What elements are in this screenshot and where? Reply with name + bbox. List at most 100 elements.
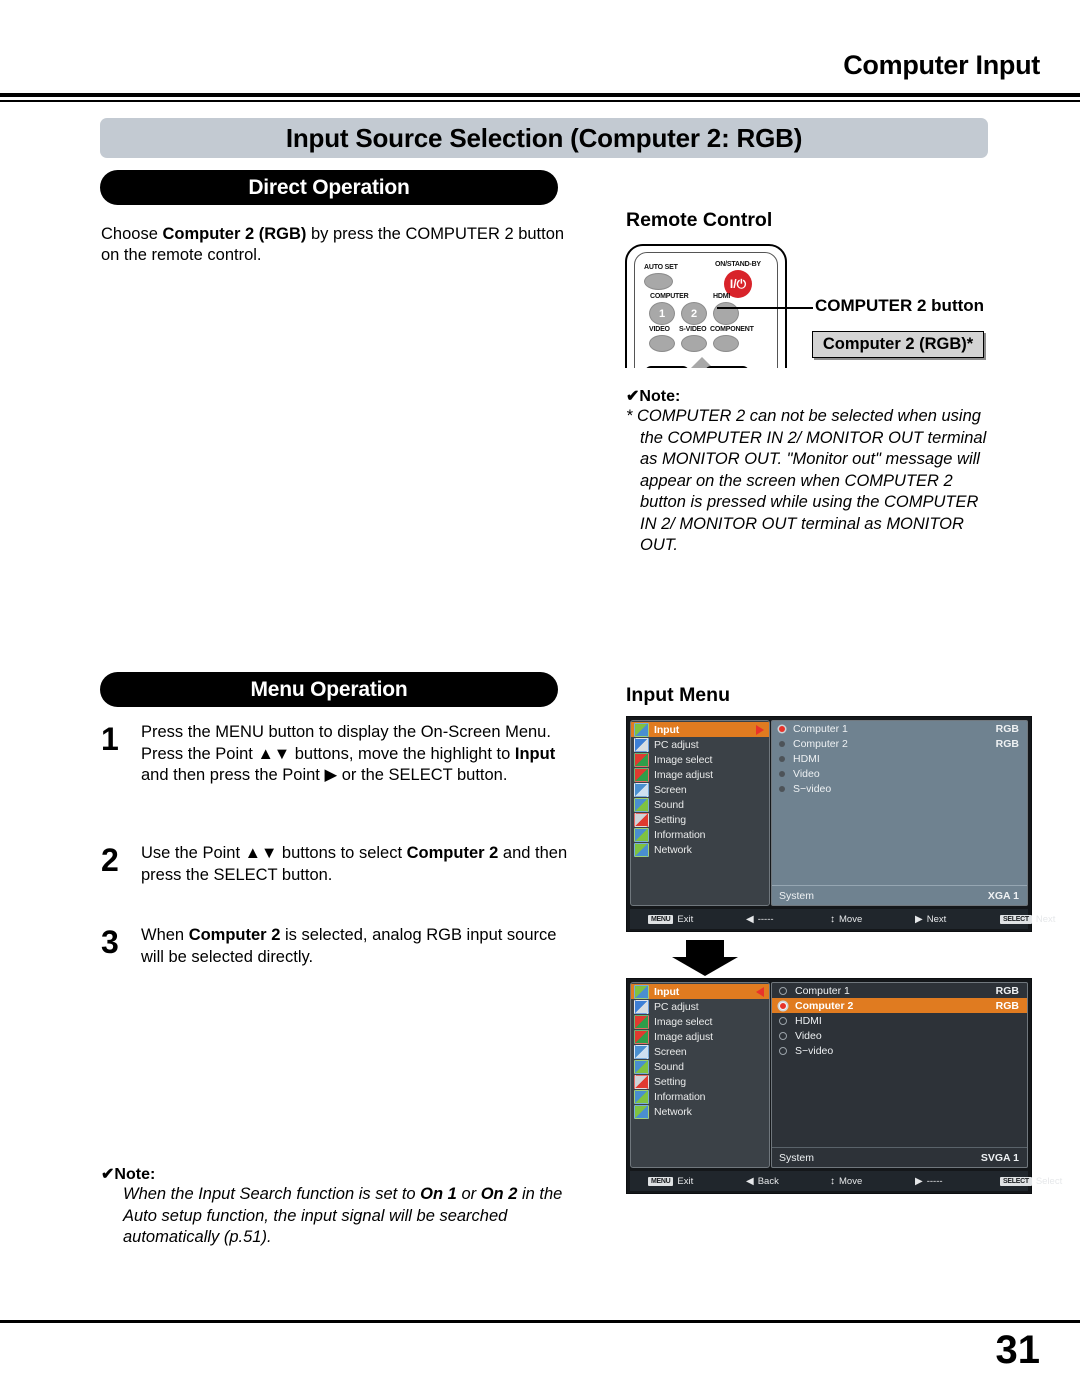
osd-sidebar-item-image-select[interactable]: Image select: [631, 752, 769, 767]
osd-source-row[interactable]: Computer 2 RGB: [772, 736, 1027, 751]
emphasis-text: On 2: [480, 1185, 518, 1203]
osd-bottom-bar-label: Next: [1035, 913, 1056, 925]
remote-label-s-video: S-VIDEO: [679, 326, 707, 333]
osd-sidebar-item-image-adjust[interactable]: Image adjust: [631, 1029, 769, 1044]
osd-source-name: S−video: [793, 782, 832, 795]
osd-sidebar-item-sound[interactable]: Sound: [631, 1059, 769, 1074]
osd-source-row[interactable]: Video: [772, 766, 1027, 781]
radio-bullet-icon: [779, 755, 785, 762]
remote-label-on-standby: ON/STAND-BY: [715, 261, 761, 268]
header-rule-thin: [0, 100, 1080, 102]
osd-bottom-bar-label: Exit: [677, 913, 694, 925]
osd-sidebar-item-sound[interactable]: Sound: [631, 797, 769, 812]
computer-2-button-callout-label: COMPUTER 2 button: [815, 296, 985, 315]
remote-body: AUTO SET ON/STAND-BY I/⏻ COMPUTER HDMI 1…: [625, 244, 787, 368]
remote-right-button[interactable]: [705, 366, 749, 368]
osd-1-system-bar: System XGA 1: [772, 885, 1027, 905]
remote-auto-set-button[interactable]: [644, 273, 673, 290]
osd-source-row[interactable]: Computer 1 RGB: [772, 721, 1027, 736]
input-icon: [634, 984, 649, 999]
input-icon: [634, 722, 649, 737]
osd-source-row[interactable]: S−video: [772, 1043, 1027, 1058]
osd-1-system-value: XGA 1: [987, 889, 1019, 902]
remote-computer-2-button[interactable]: 2: [681, 302, 707, 325]
section-title: Input Source Selection (Computer 2: RGB): [100, 118, 988, 158]
osd-source-row[interactable]: S−video: [772, 781, 1027, 796]
osd-source-name: Computer 1: [795, 984, 850, 997]
osd-sidebar-item-network[interactable]: Network: [631, 842, 769, 857]
osd-sidebar-item-label: Screen: [654, 1045, 687, 1058]
osd-source-row[interactable]: HDMI: [772, 1013, 1027, 1028]
radio-bullet-icon: [779, 725, 785, 732]
osd-sidebar-item-label: Input: [654, 723, 680, 736]
osd-sidebar-item-network[interactable]: Network: [631, 1104, 769, 1119]
osd-source-row[interactable]: Computer 1 RGB: [772, 983, 1027, 998]
note-remote-text: * COMPUTER 2 can not be selected when us…: [626, 407, 987, 554]
osd-sidebar-item-label: Setting: [654, 1075, 686, 1088]
pc-adjust-icon: [634, 737, 649, 752]
remote-computer-1-button[interactable]: 1: [649, 302, 675, 325]
osd-sidebar-item-pc-adjust[interactable]: PC adjust: [631, 999, 769, 1014]
running-header-title: Computer Input: [843, 50, 1040, 80]
osd-sidebar-item-label: Sound: [654, 1060, 684, 1073]
osd-source-name: HDMI: [793, 752, 820, 765]
radio-bullet-icon: [779, 785, 785, 792]
osd-bottom-bar-label: Next: [926, 913, 947, 925]
header-rule-thick: [0, 93, 1080, 97]
radio-bullet-icon: [779, 1001, 787, 1010]
osd-sidebar-item-label: Image adjust: [654, 768, 713, 781]
osd-source-row[interactable]: Computer 2 RGB: [772, 998, 1027, 1013]
menu-step-1-text: Press the MENU button to display the On-…: [141, 723, 556, 784]
pc-adjust-icon: [634, 999, 649, 1014]
image-select-icon: [634, 752, 649, 767]
osd-2-bottom-bar: MENU Exit ◀ Back ↕ Move ▶ ----- SELECT Select: [630, 1171, 1062, 1191]
screen-icon: [634, 1044, 649, 1059]
osd-source-value: RGB: [995, 999, 1019, 1012]
osd-source-name: S−video: [795, 1044, 834, 1057]
osd-sidebar-item-image-adjust[interactable]: Image adjust: [631, 767, 769, 782]
osd-sidebar-item-label: Information: [654, 828, 706, 841]
remote-label-auto-set: AUTO SET: [644, 264, 678, 271]
remote-hdmi-button[interactable]: [713, 302, 739, 325]
osd-sidebar-item-input[interactable]: Input: [631, 722, 769, 737]
remote-video-button[interactable]: [649, 335, 675, 352]
menu-step-2-text: Use the Point ▲▼ buttons to select Compu…: [141, 844, 568, 884]
note-remote-heading: ✔Note:: [626, 388, 681, 405]
osd-sidebar-item-screen[interactable]: Screen: [631, 782, 769, 797]
direct-operation-description: Choose Computer 2 (RGB) by press the COM…: [101, 225, 565, 264]
osd-source-name: Computer 2: [793, 737, 848, 750]
osd-sidebar-item-label: Image select: [654, 753, 713, 766]
osd-source-row[interactable]: HDMI: [772, 751, 1027, 766]
osd-sidebar-item-label: Information: [654, 1090, 706, 1103]
osd-sidebar-item-information[interactable]: Information: [631, 827, 769, 842]
osd-sidebar-item-input[interactable]: Input: [631, 984, 769, 999]
osd-bottom-bar-label: -----: [757, 913, 774, 925]
remote-left-button[interactable]: [645, 366, 689, 368]
osd-1-bottom-bar: MENU Exit ◀ ----- ↕ Move ▶ Next SELECT Next: [630, 909, 1055, 929]
callout-leader-line: [717, 307, 813, 309]
osd-sidebar-item-screen[interactable]: Screen: [631, 1044, 769, 1059]
osd-source-value: RGB: [995, 737, 1019, 750]
remote-label-video: VIDEO: [649, 326, 670, 333]
osd-sidebar-item-pc-adjust[interactable]: PC adjust: [631, 737, 769, 752]
menu-step-1: 1 Press the MENU button to display the O…: [101, 722, 573, 787]
osd-bottom-bar-label: Select: [1035, 1175, 1063, 1187]
osd-bottom-bar-item: MENU Exit: [648, 914, 693, 925]
osd-sidebar-item-label: PC adjust: [654, 1000, 699, 1013]
osd-source-row[interactable]: Video: [772, 1028, 1027, 1043]
chevron-right-icon: [756, 725, 764, 735]
remote-component-button[interactable]: [713, 335, 739, 352]
emphasis-text: Computer 2: [188, 926, 281, 944]
computer-2-rgb-callout-box: Computer 2 (RGB)*: [812, 331, 984, 358]
osd-sidebar-item-label: PC adjust: [654, 738, 699, 751]
note-bottom-text: When the Input Search function is set to…: [123, 1185, 563, 1246]
osd-sidebar-item-image-select[interactable]: Image select: [631, 1014, 769, 1029]
remote-s-video-button[interactable]: [681, 335, 707, 352]
osd-direction-icon: ▶: [915, 1175, 923, 1187]
osd-sidebar-item-setting[interactable]: Setting: [631, 1074, 769, 1089]
manual-page: Computer Input Input Source Selection (C…: [0, 0, 1080, 1397]
osd-sidebar-item-label: Screen: [654, 783, 687, 796]
osd-sidebar-item-information[interactable]: Information: [631, 1089, 769, 1104]
osd-sidebar-item-setting[interactable]: Setting: [631, 812, 769, 827]
remote-label-computer: COMPUTER: [650, 293, 689, 300]
